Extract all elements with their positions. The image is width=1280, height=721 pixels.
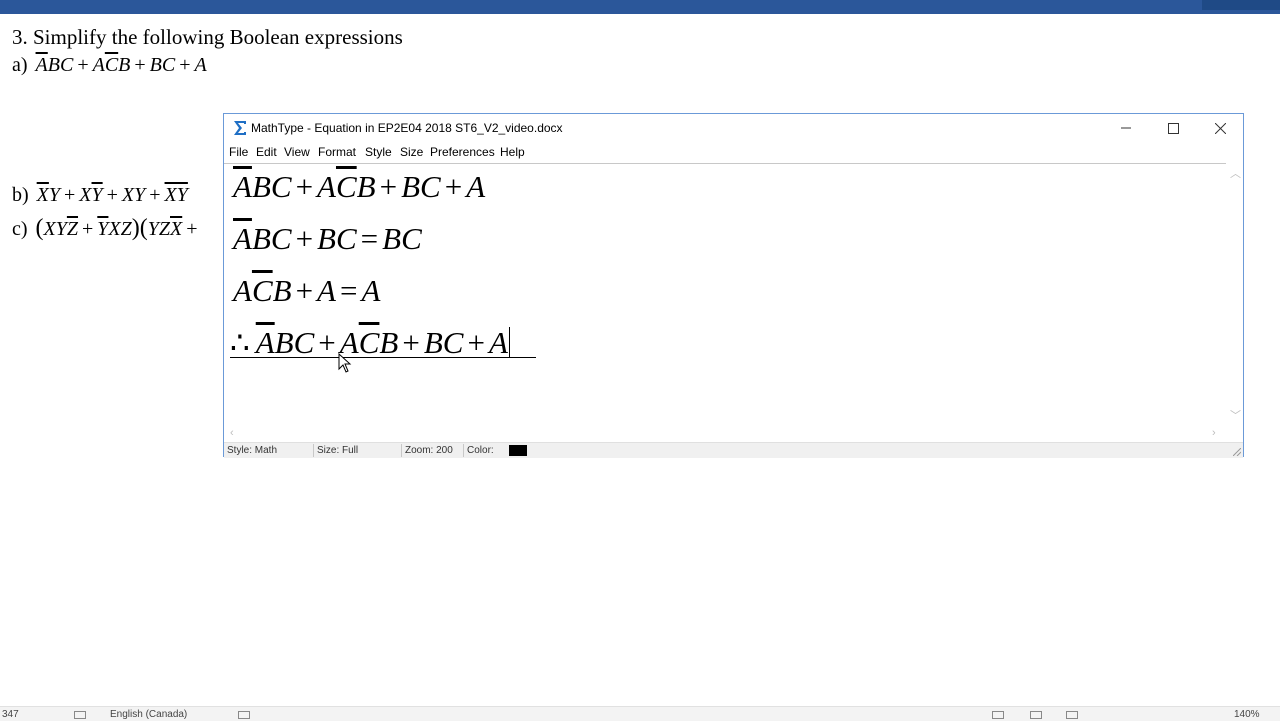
menu-format[interactable]: Format — [318, 145, 356, 159]
therefore-symbol: ∴ — [230, 325, 250, 360]
scroll-up-icon[interactable]: ︿ — [1230, 165, 1241, 181]
part-b-label: b) — [12, 184, 29, 206]
macro-icon[interactable] — [238, 711, 250, 719]
menu-file[interactable]: File — [229, 145, 248, 159]
mathtype-title-bar[interactable]: MathType - Equation in EP2E04 2018 ST6_V… — [224, 114, 1243, 142]
mouse-pointer-icon — [338, 353, 352, 373]
word-status-bar: 347 English (Canada) 140% — [0, 706, 1280, 721]
horizontal-scrollbar[interactable]: ‹ › — [224, 425, 1227, 442]
maximize-icon — [1167, 122, 1179, 134]
status-zoom[interactable]: Zoom: 200 — [402, 444, 464, 457]
equation-line-3: ACB + A = A — [233, 273, 381, 308]
mathtype-logo-icon — [234, 121, 246, 135]
status-size[interactable]: Size: Full — [314, 444, 402, 457]
menu-preferences[interactable]: Preferences — [430, 145, 495, 159]
status-color-label: Color: — [467, 445, 494, 456]
mathtype-menu-bar: File Edit View Format Style Size Prefere… — [224, 142, 1243, 162]
menu-edit[interactable]: Edit — [256, 145, 277, 159]
maximize-button[interactable] — [1150, 114, 1196, 142]
text-caret — [508, 327, 510, 357]
status-style[interactable]: Style: Math — [224, 444, 314, 457]
resize-grip-icon[interactable] — [1233, 448, 1241, 456]
word-title-bar — [0, 0, 1280, 14]
menu-style[interactable]: Style — [365, 145, 392, 159]
question-heading: 3. Simplify the following Boolean expres… — [12, 25, 403, 49]
mathtype-window[interactable]: MathType - Equation in EP2E04 2018 ST6_V… — [223, 113, 1244, 458]
part-a-expression: a) ABC + ACB + BC + A — [12, 54, 207, 76]
part-c-label: c) — [12, 218, 28, 240]
proofing-icon[interactable] — [74, 711, 86, 719]
scroll-left-icon[interactable]: ‹ — [230, 427, 234, 439]
part-a-label: a) — [12, 54, 28, 76]
web-layout-icon[interactable] — [1066, 711, 1078, 719]
equation-line-4: ∴ ABC + ACB + BC + A — [230, 325, 510, 360]
mathtype-title: MathType - Equation in EP2E04 2018 ST6_V… — [251, 121, 563, 135]
menu-size[interactable]: Size — [400, 145, 423, 159]
equation-line-1: ABC + ACB + BC + A — [233, 169, 486, 204]
print-layout-icon[interactable] — [1030, 711, 1042, 719]
minimize-icon — [1121, 127, 1131, 129]
part-b-expression: b) XY + XY + XY + XY — [12, 184, 188, 206]
equation-editor[interactable]: ABC + ACB + BC + A ABC + BC = BC ACB + A = A ∴ ABC + ACB +… — [224, 163, 1227, 426]
equation-underline — [230, 357, 536, 358]
menu-help[interactable]: Help — [500, 145, 525, 159]
vertical-scrollbar[interactable]: ︿ ﹀ — [1226, 163, 1243, 425]
mathtype-status-bar: Style: Math Size: Full Zoom: 200 Color: — [224, 442, 1243, 458]
equation-line-2: ABC + BC = BC — [233, 221, 422, 256]
close-icon — [1214, 122, 1226, 134]
part-c-expression: c) (XYZ + YXZ)(YZX + — [12, 215, 198, 241]
scroll-down-icon[interactable]: ﹀ — [1230, 407, 1241, 423]
language-indicator[interactable]: English (Canada) — [110, 709, 187, 720]
color-swatch[interactable] — [509, 445, 527, 456]
menu-view[interactable]: View — [284, 145, 310, 159]
minimize-button[interactable] — [1103, 114, 1149, 142]
word-count[interactable]: 347 — [2, 709, 19, 720]
word-title-bar-controls[interactable] — [1202, 0, 1280, 10]
read-mode-icon[interactable] — [992, 711, 1004, 719]
scroll-right-icon[interactable]: › — [1212, 427, 1216, 439]
close-button[interactable] — [1197, 114, 1243, 142]
zoom-level[interactable]: 140% — [1234, 709, 1260, 720]
